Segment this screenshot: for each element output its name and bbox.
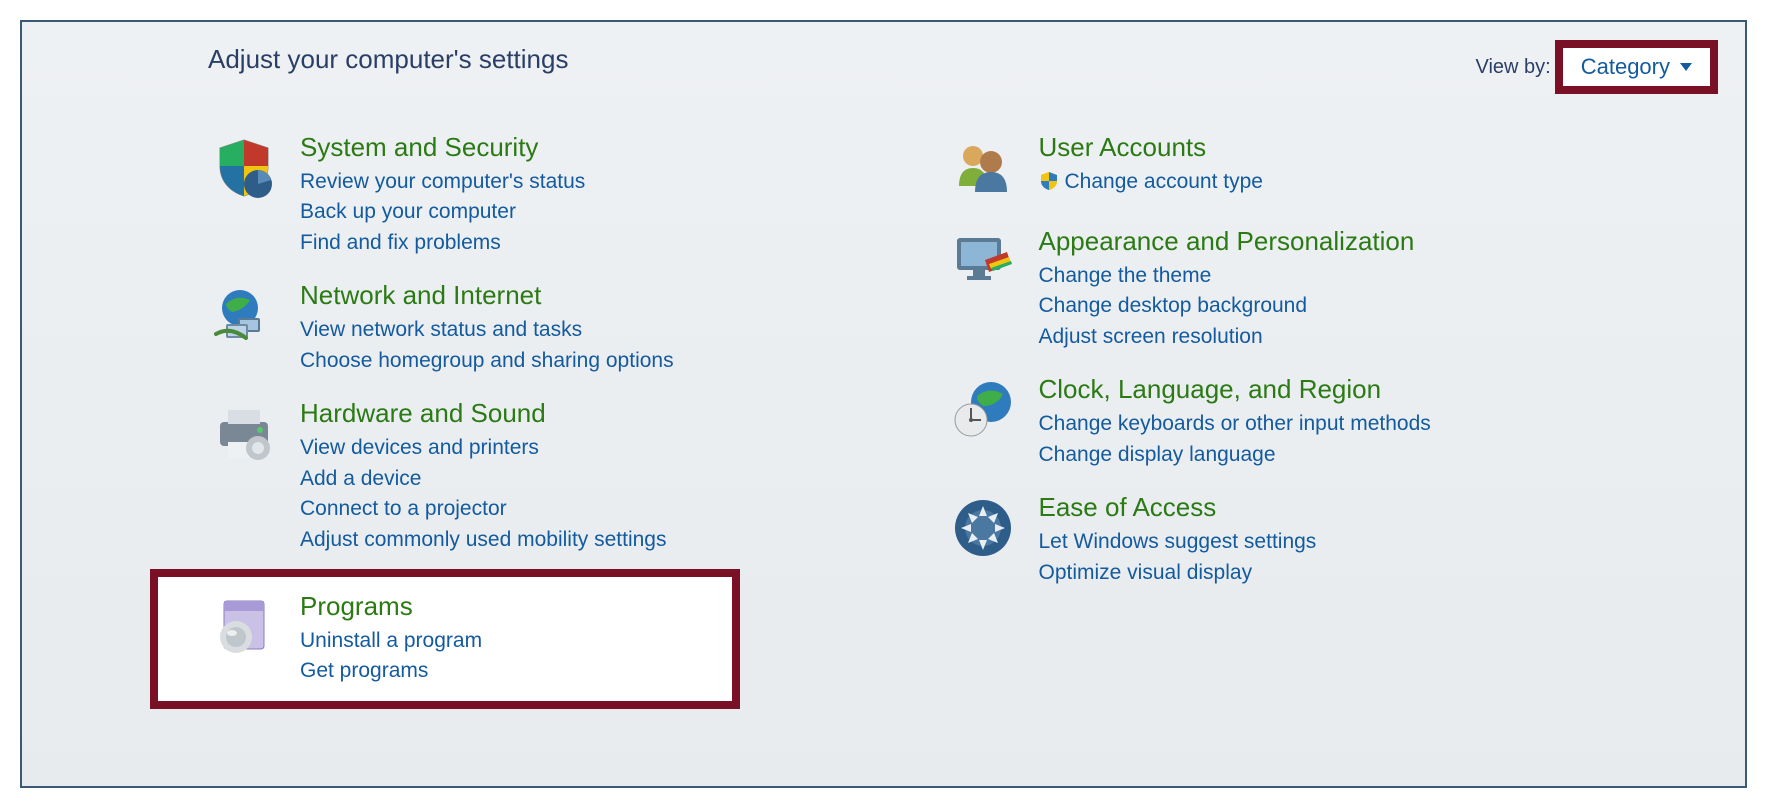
category-title[interactable]: Clock, Language, and Region [1039,374,1431,405]
category-programs: Programs Uninstall a program Get program… [208,591,718,687]
category-hardware-sound: Hardware and Sound View devices and prin… [208,398,947,555]
link-find-fix[interactable]: Find and fix problems [300,228,585,258]
categories-grid: System and Security Review your computer… [208,132,1685,766]
right-column: User Accounts Change account type [947,132,1686,766]
control-panel-window: Adjust your computer's settings View by:… [20,20,1747,788]
view-by-control: View by: Category [1475,48,1710,86]
link-desktop-bg[interactable]: Change desktop background [1039,291,1415,321]
uac-shield-icon [1039,170,1059,190]
category-title[interactable]: Ease of Access [1039,492,1317,523]
link-review-status[interactable]: Review your computer's status [300,167,585,197]
page-title: Adjust your computer's settings [208,44,568,75]
left-column: System and Security Review your computer… [208,132,947,766]
link-mobility[interactable]: Adjust commonly used mobility settings [300,525,667,555]
link-add-device[interactable]: Add a device [300,464,667,494]
category-appearance: Appearance and Personalization Change th… [947,226,1686,352]
ease-of-access-icon [947,492,1019,564]
view-by-dropdown[interactable]: Category [1563,48,1710,86]
link-back-up[interactable]: Back up your computer [300,197,585,227]
link-uninstall[interactable]: Uninstall a program [300,626,482,656]
globe-network-icon [208,280,280,352]
category-user-accounts: User Accounts Change account type [947,132,1686,204]
category-ease-of-access: Ease of Access Let Windows suggest setti… [947,492,1686,588]
appearance-icon [947,226,1019,298]
category-title[interactable]: Hardware and Sound [300,398,667,429]
link-projector[interactable]: Connect to a projector [300,494,667,524]
clock-globe-icon [947,374,1019,446]
link-display-lang[interactable]: Change display language [1039,440,1431,470]
user-accounts-icon [947,132,1019,204]
link-devices-printers[interactable]: View devices and printers [300,433,667,463]
link-keyboards[interactable]: Change keyboards or other input methods [1039,409,1431,439]
link-network-status[interactable]: View network status and tasks [300,315,674,345]
category-title[interactable]: Appearance and Personalization [1039,226,1415,257]
shield-icon [208,132,280,204]
link-suggest-settings[interactable]: Let Windows suggest settings [1039,527,1317,557]
programs-icon [208,591,280,663]
category-title[interactable]: System and Security [300,132,585,163]
link-optimize-visual[interactable]: Optimize visual display [1039,558,1317,588]
category-title[interactable]: Network and Internet [300,280,674,311]
link-homegroup[interactable]: Choose homegroup and sharing options [300,346,674,376]
link-change-account-type[interactable]: Change account type [1039,167,1263,197]
link-screen-res[interactable]: Adjust screen resolution [1039,322,1415,352]
link-get-programs[interactable]: Get programs [300,656,482,686]
category-title[interactable]: User Accounts [1039,132,1263,163]
category-title[interactable]: Programs [300,591,482,622]
view-by-label: View by: [1475,56,1550,79]
category-clock-lang-region: Clock, Language, and Region Change keybo… [947,374,1686,470]
category-system-security: System and Security Review your computer… [208,132,947,258]
view-by-value: Category [1581,54,1670,80]
chevron-down-icon [1680,63,1692,71]
link-change-theme[interactable]: Change the theme [1039,261,1415,291]
printer-icon [208,398,280,470]
highlighted-programs-box: Programs Uninstall a program Get program… [158,577,732,701]
category-network-internet: Network and Internet View network status… [208,280,947,376]
